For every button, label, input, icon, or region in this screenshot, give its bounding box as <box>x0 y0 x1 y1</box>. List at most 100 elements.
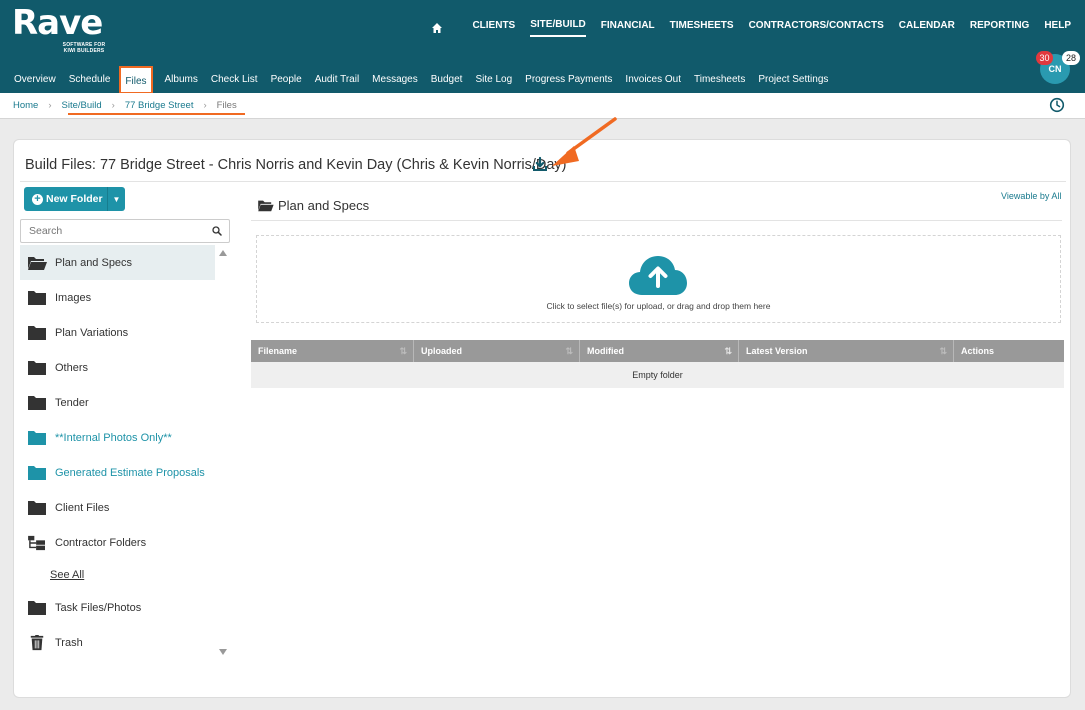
folder-internal-photos[interactable]: **Internal Photos Only** <box>20 420 215 455</box>
notification-badge[interactable]: 30 <box>1036 51 1053 65</box>
table-header: Filename ⇅ Uploaded ⇅ Modified ⇅ Latest … <box>251 340 1064 362</box>
tab-files[interactable]: Files <box>119 66 153 94</box>
chevron-down-icon[interactable]: ▼ <box>107 187 125 211</box>
folder-list-scrollbar[interactable] <box>216 245 230 660</box>
files-card: Build Files: 77 Bridge Street - Chris No… <box>13 139 1071 698</box>
clock-icon[interactable] <box>1049 97 1065 113</box>
scroll-down-icon[interactable] <box>219 649 227 655</box>
tab-site-log[interactable]: Site Log <box>474 66 513 94</box>
dropzone-text: Click to select file(s) for upload, or d… <box>546 301 771 311</box>
tab-budget[interactable]: Budget <box>430 66 464 94</box>
trash-icon <box>30 634 44 650</box>
breadcrumb-current: Files <box>216 100 237 111</box>
tab-schedule[interactable]: Schedule <box>68 66 112 94</box>
nav-contractors-contacts[interactable]: CONTRACTORS/CONTACTS <box>749 19 884 36</box>
divider <box>20 181 1066 182</box>
column-label: Filename <box>258 346 298 356</box>
column-latest-version[interactable]: Latest Version ⇅ <box>739 340 954 362</box>
folder-tree-icon <box>28 535 45 550</box>
tab-project-settings[interactable]: Project Settings <box>757 66 829 94</box>
plus-circle-icon: + <box>32 193 43 205</box>
tab-audit-trail[interactable]: Audit Trail <box>314 66 360 94</box>
tab-check-list[interactable]: Check List <box>210 66 259 94</box>
annotation-underline <box>68 113 245 115</box>
folder-tender[interactable]: Tender <box>20 385 215 420</box>
nav-financial[interactable]: FINANCIAL <box>601 19 655 36</box>
column-label: Modified <box>587 346 624 356</box>
new-folder-label: New Folder <box>46 193 103 205</box>
download-icon[interactable] <box>532 156 548 172</box>
column-actions: Actions <box>954 340 1064 362</box>
main-nav: CLIENTS SITE/BUILD FINANCIAL TIMESHEETS … <box>431 18 1071 37</box>
tab-people[interactable]: People <box>270 66 303 94</box>
search-icon[interactable] <box>212 226 222 236</box>
folder-label: **Internal Photos Only** <box>55 431 172 444</box>
folder-label: Task Files/Photos <box>55 601 142 614</box>
column-modified[interactable]: Modified ⇅ <box>580 340 739 362</box>
new-folder-main[interactable]: + New Folder <box>24 187 107 211</box>
nav-calendar[interactable]: CALENDAR <box>899 19 955 36</box>
column-uploaded[interactable]: Uploaded ⇅ <box>414 340 580 362</box>
breadcrumb: Home › Site/Build › 77 Bridge Street › F… <box>13 100 237 111</box>
folder-icon <box>28 600 46 615</box>
tab-overview[interactable]: Overview <box>13 66 57 94</box>
column-label: Uploaded <box>421 346 463 356</box>
breadcrumb-site-build[interactable]: Site/Build <box>62 100 102 111</box>
folder-label: Client Files <box>55 501 110 514</box>
nav-reporting[interactable]: REPORTING <box>970 19 1029 36</box>
upload-dropzone[interactable]: Click to select file(s) for upload, or d… <box>256 235 1061 323</box>
new-folder-button[interactable]: + New Folder ▼ <box>24 187 125 211</box>
folder-client-files[interactable]: Client Files <box>20 490 215 525</box>
folder-contractor-folders[interactable]: Contractor Folders <box>20 525 215 560</box>
folder-others[interactable]: Others <box>20 350 215 385</box>
page-title: Build Files: 77 Bridge Street - Chris No… <box>25 157 567 173</box>
nav-site-build[interactable]: SITE/BUILD <box>530 18 586 37</box>
breadcrumb-separator: › <box>111 100 115 111</box>
breadcrumb-address[interactable]: 77 Bridge Street <box>125 100 194 111</box>
sort-desc-icon: ⇅ <box>724 346 732 356</box>
sort-icon: ⇅ <box>565 346 573 356</box>
tab-invoices-out[interactable]: Invoices Out <box>624 66 682 94</box>
nav-clients[interactable]: CLIENTS <box>472 19 515 36</box>
folder-label: Images <box>55 291 92 304</box>
column-label: Latest Version <box>746 346 808 356</box>
home-icon[interactable] <box>431 22 443 34</box>
breadcrumb-bar: Home › Site/Build › 77 Bridge Street › F… <box>0 93 1085 119</box>
folder-title: Plan and Specs <box>257 198 369 213</box>
tab-albums[interactable]: Albums <box>164 66 199 94</box>
folder-label: Others <box>55 361 89 374</box>
folder-label: Tender <box>55 396 89 409</box>
rave-logo[interactable]: Rave SOFTWARE FOR KIWI BUILDERS <box>12 4 109 54</box>
breadcrumb-separator: › <box>203 100 207 111</box>
tab-messages[interactable]: Messages <box>371 66 419 94</box>
search-input[interactable] <box>20 219 230 243</box>
column-filename[interactable]: Filename ⇅ <box>251 340 414 362</box>
nav-help[interactable]: HELP <box>1044 19 1071 36</box>
folder-label: Plan Variations <box>55 326 129 339</box>
tab-timesheets[interactable]: Timesheets <box>693 66 746 94</box>
folder-images[interactable]: Images <box>20 280 215 315</box>
folder-list: Plan and Specs Images Plan Variations Ot… <box>20 245 215 660</box>
folder-task-files-photos[interactable]: Task Files/Photos <box>20 590 215 625</box>
folder-plan-and-specs[interactable]: Plan and Specs <box>20 245 215 280</box>
scroll-up-icon[interactable] <box>219 250 227 256</box>
folder-generated-estimate-proposals[interactable]: Generated Estimate Proposals <box>20 455 215 490</box>
message-badge[interactable]: 28 <box>1062 51 1080 65</box>
folder-open-icon <box>258 200 274 212</box>
folder-teal-icon <box>28 465 46 480</box>
nav-timesheets[interactable]: TIMESHEETS <box>670 19 734 36</box>
folder-plan-variations[interactable]: Plan Variations <box>20 315 215 350</box>
breadcrumb-home[interactable]: Home <box>13 100 38 111</box>
viewable-by-link[interactable]: Viewable by All <box>1001 191 1061 201</box>
folder-icon <box>28 325 46 340</box>
folder-title-text: Plan and Specs <box>278 198 370 213</box>
folder-trash[interactable]: Trash <box>20 625 215 660</box>
folder-icon <box>28 360 46 375</box>
folder-icon <box>28 290 46 305</box>
top-header: Rave SOFTWARE FOR KIWI BUILDERS CLIENTS … <box>0 0 1085 94</box>
folder-icon <box>28 500 46 515</box>
column-label: Actions <box>961 346 995 356</box>
empty-folder-row: Empty folder <box>251 362 1064 388</box>
tab-progress-payments[interactable]: Progress Payments <box>524 66 613 94</box>
see-all-link[interactable]: See All <box>20 560 215 590</box>
